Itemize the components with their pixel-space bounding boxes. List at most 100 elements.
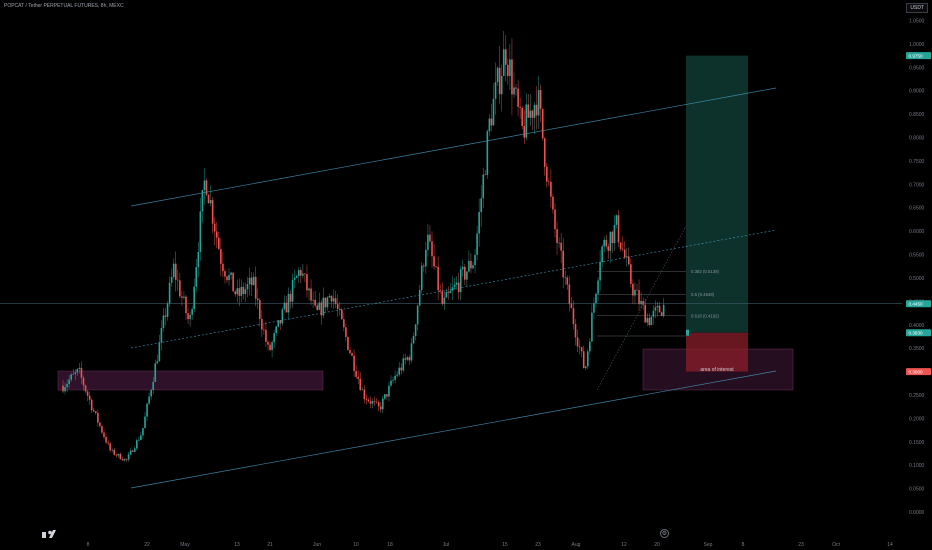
candle-body (615, 215, 618, 225)
long-position-stop-zone[interactable] (686, 332, 748, 372)
channel-upper-line[interactable] (130, 87, 777, 207)
candle-body (619, 242, 622, 250)
y-axis-tick-label: 0.8000 (909, 136, 925, 142)
candle-body (486, 131, 489, 175)
candle-body (279, 320, 282, 324)
candle-body (201, 190, 204, 212)
tradingview-logo-icon[interactable] (40, 527, 58, 541)
candle-body (384, 394, 386, 399)
candle-body (453, 284, 456, 288)
candle-body (578, 346, 581, 348)
candle-body (355, 370, 357, 377)
candle-body (338, 308, 341, 310)
candle-body (398, 367, 400, 375)
candle-body (164, 315, 167, 317)
candle-body (107, 442, 109, 444)
candle-body (170, 277, 173, 283)
candle-body (488, 118, 491, 132)
candle-body (326, 297, 329, 308)
candle-body (650, 316, 653, 326)
y-axis-tick-label: 0.9500 (909, 65, 925, 71)
candle-body (539, 90, 542, 109)
candle-body (285, 302, 288, 313)
candle-body (277, 320, 280, 327)
candle-body (591, 312, 593, 342)
candle-body (476, 233, 478, 255)
channel-mid-line[interactable] (130, 229, 777, 349)
candle-body (181, 296, 183, 298)
candle-body (490, 118, 493, 126)
candle-body (412, 336, 415, 344)
x-axis-tick-label: 8 (742, 542, 745, 548)
candle-body (656, 305, 659, 308)
y-axis-tick-label: 0.1500 (909, 440, 925, 446)
candle-body (406, 357, 409, 360)
candle-body (570, 303, 573, 309)
candle-body (224, 271, 226, 277)
y-axis-tick-label: 0.0000 (909, 510, 925, 516)
candle-body (611, 231, 614, 244)
y-axis-tick-label: 0.7500 (909, 159, 925, 165)
candle-body (652, 310, 655, 317)
candle-body (461, 266, 464, 270)
symbol-title[interactable]: POPCAT / Tether PERPETUAL FUTURES, 8h, M… (4, 3, 124, 9)
currency-badge[interactable]: USDT (906, 3, 928, 13)
candle-body (250, 277, 253, 285)
candle-body (166, 303, 169, 317)
candle-body (76, 369, 79, 373)
candle-body (447, 291, 450, 293)
candle-body (390, 380, 392, 386)
candle-body (351, 353, 353, 356)
candle-body (423, 265, 425, 267)
candle-body (119, 453, 122, 460)
candle-body (343, 319, 345, 328)
candle-body (529, 110, 532, 118)
candle-body (209, 200, 212, 204)
candle-body (566, 277, 569, 285)
candle-body (365, 399, 368, 401)
candle-body (560, 242, 562, 251)
candle-body (394, 375, 396, 380)
candle-body (256, 298, 259, 301)
candle-body (172, 263, 175, 278)
y-axis-tick-label: 0.2500 (909, 393, 925, 399)
y-axis-tick-label: 0.9000 (909, 89, 925, 95)
candle-body (334, 298, 337, 305)
candle-body (562, 250, 564, 278)
candle-body (72, 373, 75, 375)
x-axis-tick-label: 21 (267, 542, 273, 548)
candle-body (494, 82, 497, 99)
candle-body (451, 287, 454, 291)
y-axis-tick-label: 1.0000 (909, 42, 925, 48)
candle-body (537, 90, 540, 116)
candle-body (117, 453, 120, 456)
candle-body (418, 290, 421, 306)
candle-body (353, 355, 355, 371)
x-axis-tick-label: 20 (654, 542, 660, 548)
candle-body (92, 410, 95, 412)
candle-body (242, 286, 245, 294)
price-chart[interactable]: 0.382 (0.5139) 0.5 (0.4648) 0.618 (0.4192)… (0, 0, 932, 550)
candle-body (101, 426, 103, 433)
candle-body (519, 106, 521, 108)
candle-body (140, 435, 142, 440)
fib-level-label: 0.5 (0.4648) (691, 292, 715, 297)
candle-body (587, 351, 589, 367)
candle-body (158, 342, 161, 362)
candle-body (484, 174, 487, 176)
candle-body (427, 234, 429, 250)
candle-body (222, 263, 224, 272)
candle-body (213, 223, 216, 232)
candle-body (492, 98, 495, 126)
candle-body (546, 166, 548, 182)
settings-gear-icon[interactable]: ⚙ (660, 529, 669, 538)
candle-body (533, 104, 536, 118)
candle-body (322, 297, 325, 316)
candle-body (500, 75, 503, 95)
candle-body (379, 406, 382, 410)
candle-body (66, 383, 68, 388)
x-axis-tick-label: 8 (87, 542, 90, 548)
candle-body (341, 309, 343, 320)
candle-body (605, 239, 608, 247)
candle-body (80, 367, 83, 378)
